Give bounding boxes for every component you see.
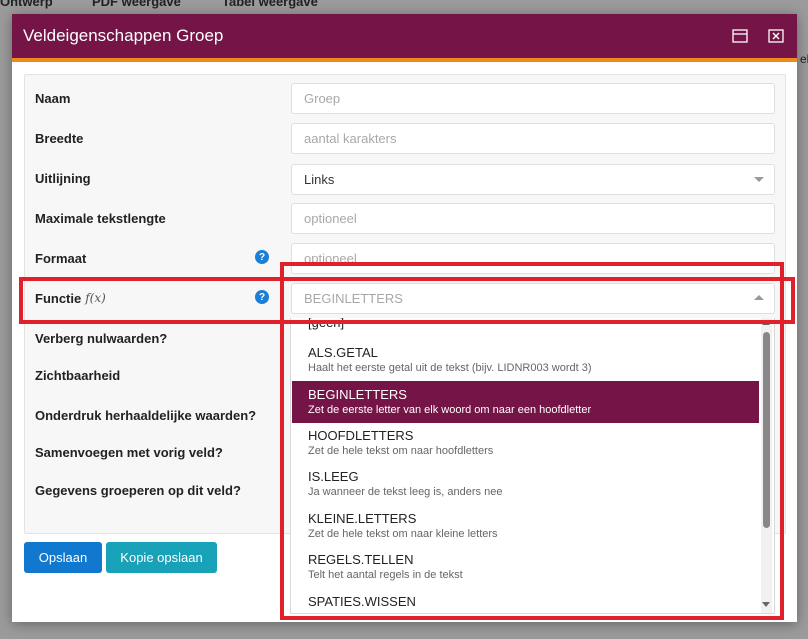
accent-bar [12, 58, 797, 62]
function-icon: f(x) [85, 291, 106, 305]
save-button[interactable]: Opslaan [24, 542, 102, 573]
option-title: SPATIES.WISSEN [308, 594, 416, 609]
label-samenvoegen: Samenvoegen met vorig veld? [35, 444, 223, 460]
chevron-down-icon [754, 177, 764, 182]
option-desc: Telt het aantal regels in de tekst [308, 569, 463, 581]
naam-input[interactable]: Groep [291, 83, 775, 114]
label-zichtbaarheid: Zichtbaarheid [35, 367, 121, 383]
function-dropdown-list: [geen] ALS.GETAL Haalt het eerste getal … [290, 318, 775, 614]
option-title: REGELS.TELLEN [308, 552, 414, 567]
label-verberg: Verberg nulwaarden? [35, 330, 168, 346]
label-uitlijning: Uitlijning [35, 170, 91, 186]
scrollbar-thumb[interactable] [763, 332, 770, 528]
dialog-title: Veldeigenschappen Groep [23, 26, 224, 45]
chevron-up-icon [754, 295, 764, 300]
bg-side-text: elo [799, 52, 808, 66]
list-item[interactable]: HOOFDLETTERS Zet de hele tekst om naar h… [292, 423, 759, 463]
list-item[interactable]: KLEINE.LETTERS Zet de hele tekst om naar… [292, 506, 759, 546]
scroll-up-icon[interactable] [762, 321, 770, 325]
option-desc: Zet de hele tekst om naar hoofdletters [308, 445, 494, 457]
help-icon[interactable]: ? [255, 290, 269, 304]
bg-tab-pdf[interactable]: PDF weergave [92, 0, 181, 9]
list-item[interactable]: SPATIES.WISSEN [292, 589, 759, 613]
option-title: BEGINLETTERS [308, 387, 407, 402]
option-desc: Zet de eerste letter van elk woord om na… [308, 404, 592, 416]
bg-tab-ontwerp[interactable]: Ontwerp [0, 0, 53, 9]
option-title: KLEINE.LETTERS [308, 511, 417, 526]
list-item[interactable]: REGELS.TELLEN Telt het aantal regels in … [292, 547, 759, 587]
label-breedte: Breedte [35, 130, 84, 146]
option-title: IS.LEEG [308, 469, 359, 484]
breedte-input[interactable]: aantal karakters [291, 123, 775, 154]
dialog-header: Veldeigenschappen Groep [12, 14, 797, 58]
option-title: [geen] [308, 318, 345, 330]
copy-save-button[interactable]: Kopie opslaan [106, 542, 217, 573]
scroll-down-icon[interactable] [762, 602, 770, 607]
label-groeperen: Gegevens groeperen op dit veld? [35, 482, 241, 498]
uitlijning-value: Links [304, 172, 335, 187]
formaat-input[interactable]: optioneel [291, 243, 775, 274]
option-desc: Ja wanneer de tekst leeg is, anders nee [308, 486, 503, 498]
functie-select[interactable]: BEGINLETTERS [291, 283, 775, 314]
label-onderdruk: Onderdruk herhaaldelijke waarden? [35, 407, 257, 423]
option-desc: Zet de hele tekst om naar kleine letters [308, 528, 498, 540]
label-naam: Naam [35, 90, 71, 106]
label-max-len: Maximale tekstlengte [35, 210, 166, 226]
bg-tab-tabel[interactable]: Tabel weergave [222, 0, 318, 9]
label-formaat: Formaat [35, 250, 87, 266]
list-item-selected[interactable]: BEGINLETTERS Zet de eerste letter van el… [292, 381, 759, 423]
list-item[interactable]: [geen] [292, 318, 759, 333]
list-item[interactable]: ALS.GETAL Haalt het eerste getal uit de … [292, 340, 759, 380]
list-item[interactable]: IS.LEEG Ja wanneer de tekst leeg is, and… [292, 464, 759, 504]
max-length-input[interactable]: optioneel [291, 203, 775, 234]
functie-value: BEGINLETTERS [304, 291, 403, 306]
maximize-icon[interactable] [729, 25, 751, 47]
option-title: ALS.GETAL [308, 345, 378, 360]
label-functie: Functie [35, 290, 82, 306]
option-title: HOOFDLETTERS [308, 428, 414, 443]
uitlijning-select[interactable]: Links [291, 164, 775, 195]
option-desc: Haalt het eerste getal uit de tekst (bij… [308, 362, 592, 374]
close-icon[interactable] [765, 25, 787, 47]
help-icon[interactable]: ? [255, 250, 269, 264]
